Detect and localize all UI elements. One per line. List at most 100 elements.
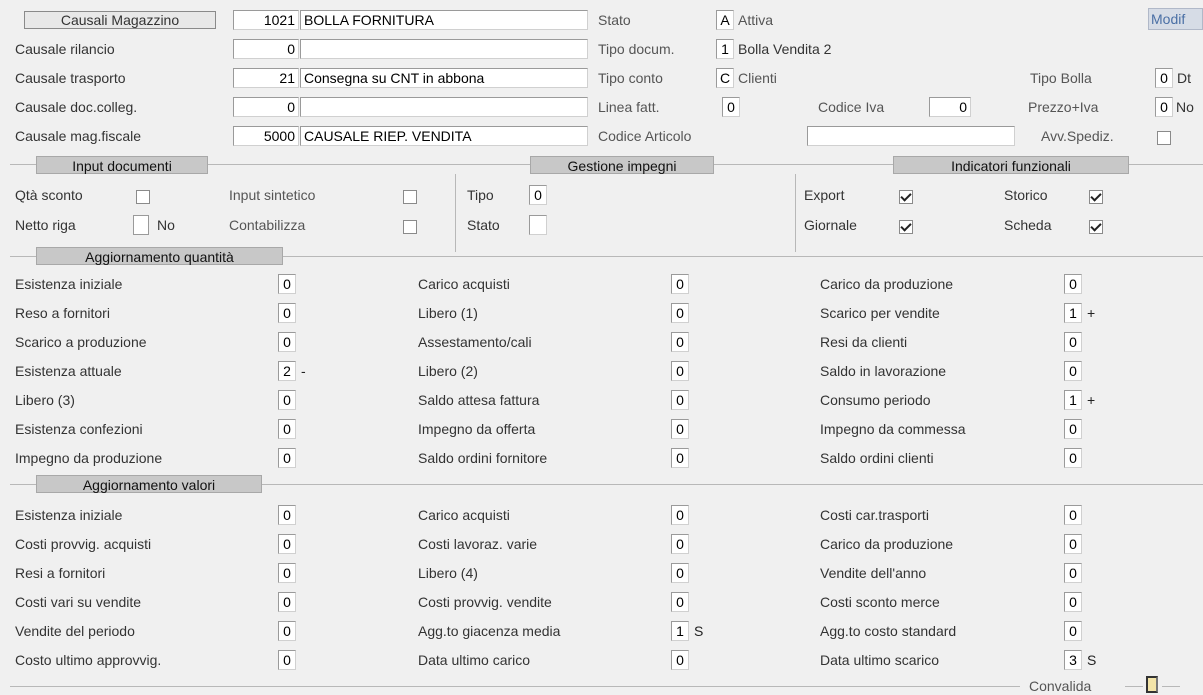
quantita-row-value-field[interactable]: 0 — [278, 448, 296, 468]
valori-row-label: Costi lavoraz. varie — [418, 536, 538, 552]
causale-doc-colleg-desc[interactable] — [300, 97, 588, 117]
avv-spediz-checkbox[interactable] — [1157, 131, 1171, 145]
quantita-row-value-field[interactable]: 0 — [278, 419, 296, 439]
storico-checkbox[interactable] — [1089, 190, 1103, 204]
valori-row-value-field[interactable]: 0 — [671, 534, 689, 554]
valori-row-value-field[interactable]: 0 — [278, 505, 296, 525]
causali-code-field[interactable]: 1021 — [233, 10, 299, 30]
quantita-row-label: Carico da produzione — [820, 276, 954, 292]
quantita-row-sign: + — [1087, 305, 1096, 321]
netto-riga-field[interactable] — [133, 215, 149, 235]
quantita-row-label: Saldo attesa fattura — [418, 392, 540, 408]
impegni-tipo-field[interactable]: 0 — [529, 185, 547, 205]
codice-iva-field[interactable]: 0 — [929, 97, 971, 117]
quantita-row-label: Impegno da offerta — [418, 421, 536, 437]
valori-row-value-field[interactable]: 0 — [278, 592, 296, 612]
causali-desc-field[interactable]: BOLLA FORNITURA — [300, 10, 588, 30]
valori-row-value-field[interactable]: 0 — [1064, 621, 1082, 641]
causale-doc-colleg-label: Causale doc.colleg. — [15, 99, 138, 115]
quantita-row-value-field[interactable]: 0 — [1064, 274, 1082, 294]
valori-row-value-field[interactable]: 0 — [671, 650, 689, 670]
valori-row-value-field[interactable]: 0 — [1064, 563, 1082, 583]
valori-row-sign: S — [1087, 652, 1097, 668]
quantita-row-sign: - — [301, 363, 306, 379]
quantita-row-value-field[interactable]: 2 — [278, 361, 296, 381]
divider-vertical-2 — [795, 174, 796, 252]
quantita-row-value-field[interactable]: 1 — [1064, 390, 1082, 410]
quantita-row-label: Esistenza attuale — [15, 363, 122, 379]
valori-row-value-field[interactable]: 0 — [1064, 505, 1082, 525]
quantita-row-value-field[interactable]: 0 — [1064, 332, 1082, 352]
quantita-row-label: Saldo ordini clienti — [820, 450, 934, 466]
valori-row-value-field[interactable]: 0 — [278, 563, 296, 583]
valori-row-value-field[interactable]: 0 — [278, 534, 296, 554]
codice-articolo-field[interactable] — [807, 126, 1015, 146]
valori-row-label: Costi sconto merce — [820, 594, 940, 610]
tipo-conto-code[interactable]: C — [716, 68, 734, 88]
codice-articolo-label: Codice Articolo — [598, 128, 692, 144]
tipo-bolla-desc: Dt — [1177, 70, 1191, 86]
causale-mag-fiscale-code[interactable]: 5000 — [233, 126, 299, 146]
valori-row-label: Esistenza iniziale — [15, 507, 123, 523]
quantita-row-value-field[interactable]: 0 — [278, 274, 296, 294]
scheda-label: Scheda — [1004, 217, 1052, 233]
quantita-row-value-field[interactable]: 0 — [671, 361, 689, 381]
netto-riga-label: Netto riga — [15, 217, 76, 233]
quantita-row-value-field[interactable]: 0 — [671, 303, 689, 323]
tipo-docum-label: Tipo docum. — [598, 41, 675, 57]
valori-row-value-field[interactable]: 0 — [671, 592, 689, 612]
export-checkbox[interactable] — [899, 190, 913, 204]
giornale-checkbox[interactable] — [899, 220, 913, 234]
tipo-docum-code[interactable]: 1 — [716, 39, 734, 59]
quantita-row-value-field[interactable]: 0 — [1064, 419, 1082, 439]
quantita-row-value-field[interactable]: 0 — [671, 332, 689, 352]
quantita-row-value-field[interactable]: 0 — [278, 332, 296, 352]
quantita-row-value-field[interactable]: 0 — [1064, 361, 1082, 381]
valori-row-label: Vendite del periodo — [15, 623, 135, 639]
section-input-documenti: Input documenti — [36, 156, 208, 174]
convalida-button[interactable] — [1146, 676, 1158, 693]
stato-code-field[interactable]: A — [716, 10, 734, 30]
valori-row-value-field[interactable]: 0 — [671, 505, 689, 525]
quantita-row-value-field[interactable]: 0 — [671, 419, 689, 439]
modif-button[interactable]: Modif — [1148, 8, 1203, 30]
quantita-row-value-field[interactable]: 0 — [1064, 448, 1082, 468]
causale-trasporto-desc[interactable]: Consegna su CNT in abbona — [300, 68, 588, 88]
valori-row-value-field[interactable]: 0 — [1064, 534, 1082, 554]
causale-rilancio-code[interactable]: 0 — [233, 39, 299, 59]
causale-doc-colleg-code[interactable]: 0 — [233, 97, 299, 117]
input-sintetico-checkbox[interactable] — [403, 190, 417, 204]
scheda-checkbox[interactable] — [1089, 220, 1103, 234]
qta-sconto-checkbox[interactable] — [136, 190, 150, 204]
tipo-bolla-code[interactable]: 0 — [1155, 68, 1173, 88]
prezzo-iva-desc: No — [1176, 99, 1194, 115]
quantita-row-label: Scarico per vendite — [820, 305, 940, 321]
causali-magazzino-button[interactable]: Causali Magazzino — [24, 11, 216, 29]
causale-trasporto-code[interactable]: 21 — [233, 68, 299, 88]
quantita-row-label: Impegno da commessa — [820, 421, 966, 437]
valori-row-value-field[interactable]: 1 — [671, 621, 689, 641]
quantita-row-label: Saldo in lavorazione — [820, 363, 947, 379]
valori-row-value-field[interactable]: 0 — [278, 621, 296, 641]
quantita-row-value-field[interactable]: 0 — [278, 303, 296, 323]
valori-row-value-field[interactable]: 3 — [1064, 650, 1082, 670]
impegni-stato-field[interactable] — [529, 215, 547, 235]
quantita-row-value-field[interactable]: 0 — [278, 390, 296, 410]
causale-rilancio-desc[interactable] — [300, 39, 588, 59]
valori-row-value-field[interactable]: 0 — [278, 650, 296, 670]
quantita-row-label: Carico acquisti — [418, 276, 510, 292]
quantita-row-value-field[interactable]: 0 — [671, 390, 689, 410]
causale-mag-fiscale-desc[interactable]: CAUSALE RIEP. VENDITA — [300, 126, 588, 146]
contabilizza-checkbox[interactable] — [403, 220, 417, 234]
valori-row-value-field[interactable]: 0 — [671, 563, 689, 583]
linea-fatt-label: Linea fatt. — [598, 99, 660, 115]
divider-footer — [10, 686, 1020, 687]
quantita-row-value-field[interactable]: 1 — [1064, 303, 1082, 323]
quantita-row-value-field[interactable]: 0 — [671, 448, 689, 468]
prezzo-iva-code[interactable]: 0 — [1155, 97, 1173, 117]
tipo-bolla-label: Tipo Bolla — [1030, 70, 1092, 86]
quantita-row-value-field[interactable]: 0 — [671, 274, 689, 294]
linea-fatt-field[interactable]: 0 — [722, 97, 740, 117]
valori-row-value-field[interactable]: 0 — [1064, 592, 1082, 612]
divider-footer-right — [1125, 686, 1143, 687]
